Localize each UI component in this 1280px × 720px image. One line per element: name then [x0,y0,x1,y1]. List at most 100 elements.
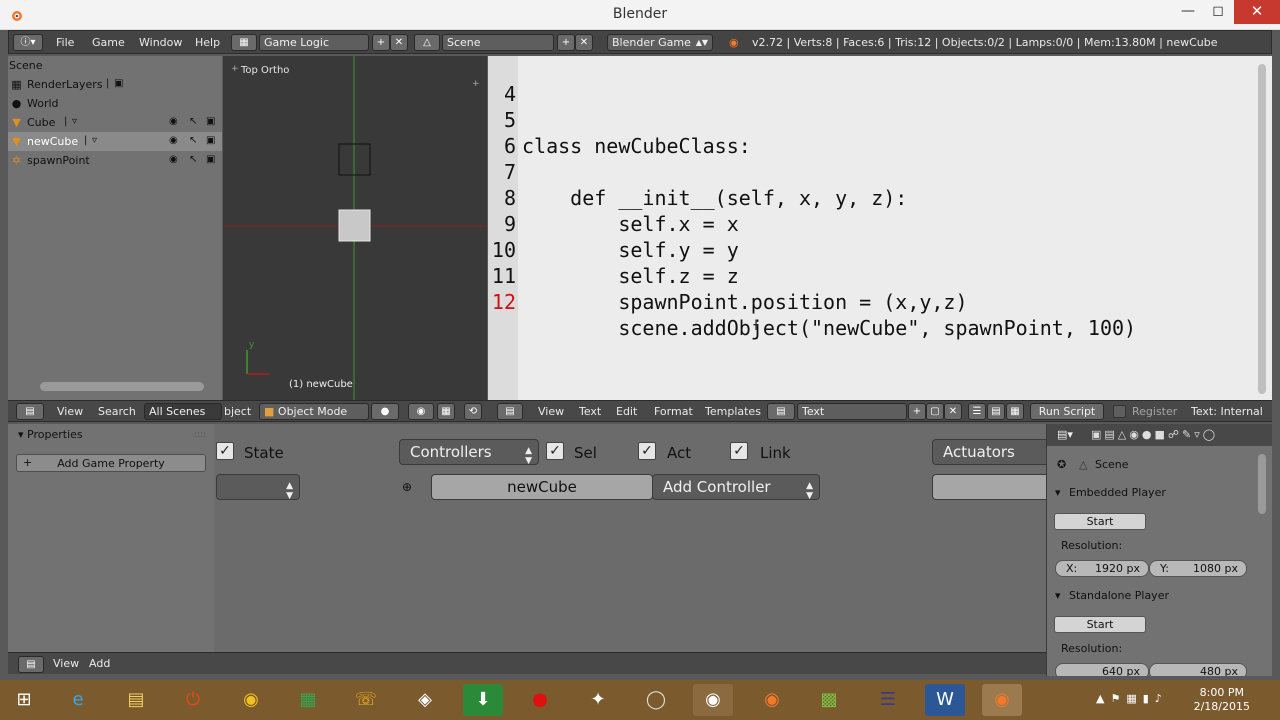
maximize-button[interactable]: ◻ [1204,0,1232,24]
controller-object-field[interactable]: newCube [431,474,653,500]
blender-taskbar-icon[interactable]: ◉ [752,684,792,716]
text-text-menu[interactable]: Text [579,405,601,418]
shading-mode-icon[interactable]: ● [371,403,399,420]
select-arrow-icon[interactable]: ↖ [189,116,197,127]
outliner-root[interactable]: Scene [8,56,222,75]
properties-panel-header[interactable]: ▾ Properties [18,428,83,441]
blender-active-taskbar-icon[interactable]: ◉ [982,684,1022,716]
actuator-object-field[interactable] [932,474,1046,500]
text-format-menu[interactable]: Format [654,405,693,418]
mode-select[interactable]: ■ Object Mode [259,403,369,420]
drag-handle-icon[interactable]: :::: [194,430,206,440]
text-editor-type-icon[interactable]: ▤ [497,403,523,420]
mesh-data-icon[interactable]: ▿ [92,135,97,146]
add-screen-icon[interactable]: + [372,34,390,51]
properties-scrollbar[interactable] [1258,454,1266,514]
outliner-item-world[interactable]: ● World [8,94,222,113]
run-script-button[interactable]: Run Script [1030,403,1104,420]
outliner-editor-type-icon[interactable]: ▤ [16,403,44,420]
screen-layout-field[interactable]: Game Logic [259,34,369,51]
text-block-name-field[interactable]: Text [797,403,907,420]
text-vertical-scrollbar[interactable] [1258,64,1266,394]
layer-icon[interactable]: ▣ [114,78,123,89]
add-game-property-button[interactable]: + Add Game Property [16,454,206,472]
file-explorer-icon[interactable]: ▤ [116,684,156,716]
pivot-point-icon[interactable]: ◉ [408,403,434,420]
chrome-icon[interactable]: ◉ [231,684,271,716]
visibility-eye-icon[interactable]: ◉ [169,116,178,127]
outliner-horizontal-scrollbar[interactable] [40,382,204,391]
open-text-icon[interactable]: ▢ [926,403,944,420]
act-checkbox[interactable]: ✓ [638,442,656,460]
render-engine-select[interactable]: Blender Game ▲▼ [607,34,713,51]
outliner-view-menu[interactable]: View [57,405,83,418]
new-text-icon[interactable]: + [908,403,926,420]
outliner-item-cube[interactable]: ▼ Cube | ▿ ◉ ↖ ▣ [8,113,222,132]
spreadsheet-app-icon[interactable]: ▦ [288,684,328,716]
bird-app-icon[interactable]: ✦ [578,684,618,716]
close-button[interactable]: ✕ [1234,0,1280,24]
text-editor[interactable]: 4 5 class newCubeClass: 6 7 def __init__… [488,56,1272,400]
pin-icon[interactable]: ✪ [1057,458,1066,471]
unity-icon[interactable]: ◈ [405,684,445,716]
manipulator-icon[interactable]: ▦ [437,403,455,420]
logic-add-menu[interactable]: Add [89,657,110,670]
power-app-icon[interactable]: ⏻ [173,684,213,716]
3d-viewport[interactable]: + + Top Ortho y (1) newCube [223,56,487,400]
outliner-search-menu[interactable]: Search [98,405,136,418]
outliner-item-renderlayers[interactable]: ▦ RenderLayers | ▣ [8,75,222,94]
standalone-start-button[interactable]: Start [1054,616,1146,633]
editor-type-icon[interactable]: ▤▾ [1057,428,1073,441]
render-camera-icon[interactable]: ▣ [206,135,215,146]
text-view-menu[interactable]: View [538,405,564,418]
sel-checkbox[interactable]: ✓ [546,442,564,460]
actuators-header[interactable]: Actuators [932,439,1046,465]
editor-type-info-icon[interactable]: ⓘ▾ [13,34,43,51]
menu-window[interactable]: Window [139,36,182,49]
standalone-resolution-y[interactable]: 480 px [1149,663,1247,676]
render-camera-icon[interactable]: ▣ [206,116,215,127]
line-numbers-toggle-icon[interactable]: ☰ [968,403,986,420]
register-checkbox[interactable] [1113,405,1126,418]
mesh-data-icon[interactable]: ▿ [72,116,77,127]
screen-layout-icon[interactable]: ▦ [231,34,257,51]
outliner-item-spawnpoint[interactable]: ✡ spawnPoint ◉ ↖ ▣ [8,151,222,170]
transform-icon[interactable]: ⟲ [464,403,482,420]
embedded-resolution-y[interactable]: Y: 1080 px [1149,560,1247,577]
taskbar-clock[interactable]: 8:00 PM 2/18/2015 [1194,686,1250,714]
menu-game[interactable]: Game [92,36,125,49]
link-checkbox[interactable]: ✓ [730,442,748,460]
text-block-browse-icon[interactable]: ▤ [767,403,795,420]
add-controller-select[interactable]: Add Controller ▲ ▼ [652,474,820,501]
text-templates-menu[interactable]: Templates [705,405,761,418]
visibility-eye-icon[interactable]: ◉ [169,154,178,165]
select-arrow-icon[interactable]: ↖ [189,154,197,165]
visibility-eye-icon[interactable]: ◉ [169,135,178,146]
record-app-icon[interactable]: ● [520,684,560,716]
outliner-item-newcube[interactable]: ▼ newCube | ▿ ◉ ↖ ▣ [8,132,222,151]
outliner-display-filter[interactable]: All Scenes [144,403,222,420]
unlink-text-icon[interactable]: ✕ [944,403,962,420]
download-app-icon[interactable]: ⬇ [463,684,503,716]
eclipse-icon[interactable]: ☰ [868,684,908,716]
syntax-highlight-toggle-icon[interactable]: ▦ [1006,403,1024,420]
globe-app-icon[interactable]: ◯ [636,684,676,716]
scene-icon[interactable]: △ [414,34,440,51]
sensor-object-select[interactable]: ▲ ▼ [216,474,300,501]
add-controller-plus-icon[interactable]: ⊕ [402,480,412,494]
scene-field[interactable]: Scene [442,34,554,51]
remove-screen-icon[interactable]: ✕ [390,34,408,51]
remove-scene-icon[interactable]: ✕ [575,34,593,51]
select-arrow-icon[interactable]: ↖ [189,135,197,146]
state-checkbox[interactable]: ✓ [216,442,234,460]
menu-help[interactable]: Help [195,36,220,49]
start-windows-icon[interactable]: ⊞ [4,684,44,716]
add-scene-icon[interactable]: + [557,34,575,51]
system-tray-icons[interactable]: ▲⚑▦▮♪ [1096,692,1168,705]
obs-icon[interactable]: ◉ [693,684,733,716]
text-edit-menu[interactable]: Edit [616,405,637,418]
minimize-button[interactable]: — [1174,0,1202,24]
embedded-resolution-x[interactable]: X: 1920 px [1055,560,1149,577]
word-wrap-toggle-icon[interactable]: ▤ [987,403,1005,420]
logic-view-menu[interactable]: View [53,657,79,670]
